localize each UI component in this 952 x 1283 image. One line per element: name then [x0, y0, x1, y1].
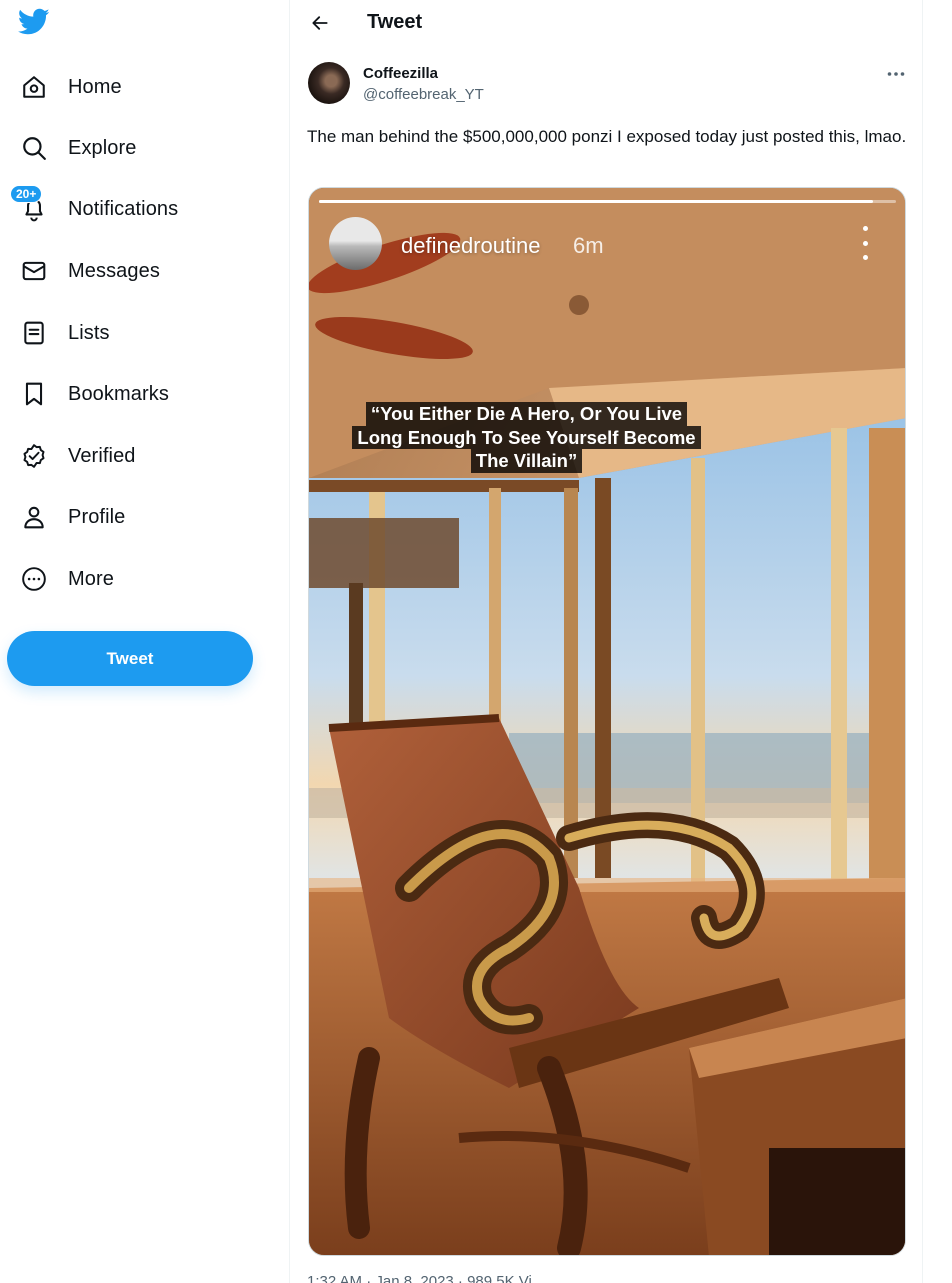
caption-line: The Villain” [470, 449, 583, 473]
nav-item-lists[interactable]: Lists [8, 307, 122, 359]
mail-icon [20, 257, 48, 285]
author-name[interactable]: Coffeezilla [363, 65, 438, 82]
caption-line: “You Either Die A Hero, Or You Live [365, 402, 688, 426]
search-icon [20, 134, 48, 162]
page-header: Tweet [291, 0, 923, 46]
home-icon [20, 73, 48, 101]
nav-item-more[interactable]: More [8, 553, 126, 605]
verified-icon [20, 442, 48, 470]
sidebar: Home Explore 20+ Notifications Messages … [0, 0, 290, 1283]
story-photo [309, 188, 905, 1255]
tweet-button[interactable]: Tweet [7, 631, 253, 686]
story-avatar [329, 217, 382, 270]
caption-line: Long Enough To See Yourself Become [352, 425, 701, 449]
twitter-logo-icon[interactable] [17, 8, 52, 38]
author-handle[interactable]: @coffeebreak_YT [363, 86, 484, 103]
person-icon [20, 503, 48, 531]
more-options-icon[interactable] [883, 62, 909, 86]
story-time: 6m [573, 233, 604, 258]
story-caption: “You Either Die A Hero, Or You Live Long… [349, 402, 704, 473]
bell-icon: 20+ [10, 185, 48, 223]
nav-label-profile: Profile [68, 505, 126, 528]
tweet-timestamp[interactable]: 1:32 AM · Jan 8, 2023 · 989.5K Vi [307, 1273, 532, 1283]
tweet-text: The man behind the $500,000,000 ponzi I … [307, 127, 907, 146]
notifications-badge: 20+ [10, 185, 43, 203]
nav-item-explore[interactable]: Explore [8, 122, 149, 174]
nav-item-messages[interactable]: Messages [8, 245, 172, 297]
tweet-media[interactable]: definedroutine 6m “You Either Die A Hero… [308, 187, 906, 1256]
nav-item-bookmarks[interactable]: Bookmarks [8, 368, 181, 420]
story-menu-icon [857, 226, 873, 260]
story-username: definedroutine [401, 233, 541, 258]
nav-label-more: More [68, 567, 114, 590]
more-circle-icon [20, 565, 48, 593]
nav-label-bookmarks: Bookmarks [68, 382, 169, 405]
nav-item-profile[interactable]: Profile [8, 491, 137, 543]
main-column: Tweet Coffeezilla @coffeebreak_YT The ma… [291, 0, 923, 1283]
story-progress-bar [319, 200, 896, 203]
nav-label-messages: Messages [68, 259, 160, 282]
author-avatar[interactable] [308, 62, 350, 104]
list-icon [20, 319, 48, 347]
nav-item-notifications[interactable]: 20+ Notifications [8, 183, 190, 235]
page-title: Tweet [367, 11, 423, 33]
nav-label-explore: Explore [68, 136, 137, 159]
bookmark-icon [20, 380, 48, 408]
nav-item-home[interactable]: Home [8, 61, 134, 113]
nav-label-home: Home [68, 75, 122, 98]
back-arrow-icon[interactable] [305, 8, 335, 38]
nav-item-verified[interactable]: Verified [8, 430, 148, 482]
nav-label-lists: Lists [68, 321, 110, 344]
nav-label-notifications: Notifications [68, 197, 179, 220]
nav-label-verified: Verified [68, 444, 136, 467]
story-progress-fill [319, 200, 873, 203]
